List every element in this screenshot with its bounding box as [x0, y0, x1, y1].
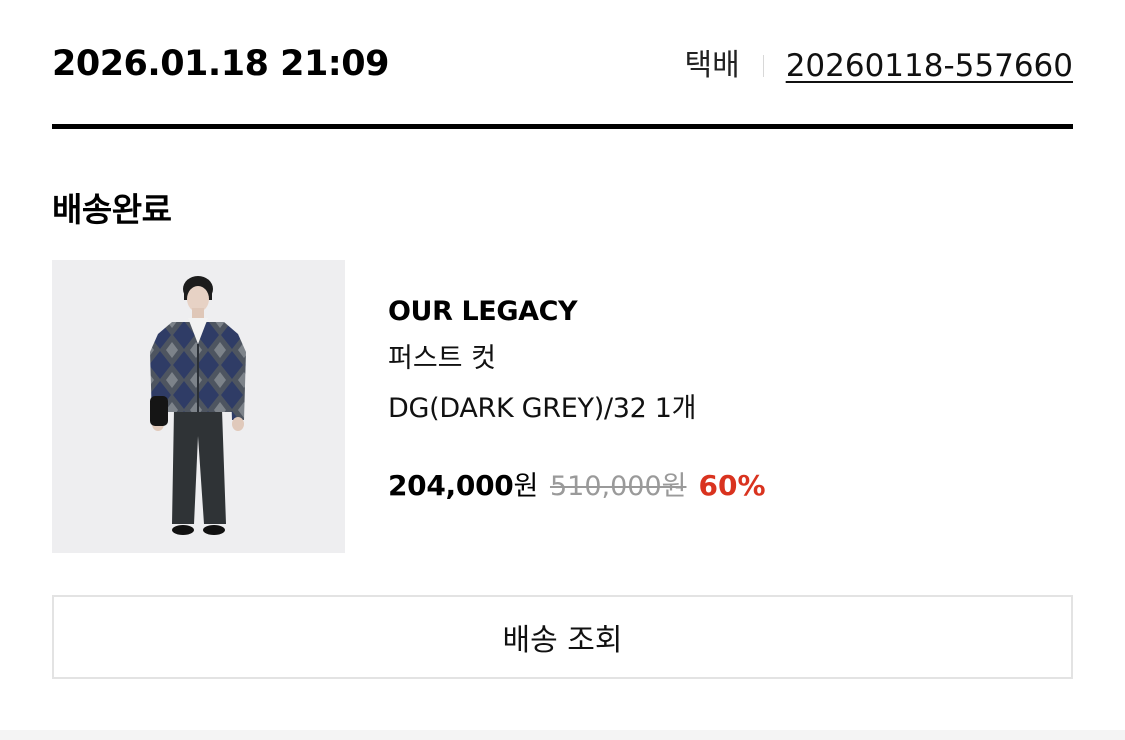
- original-price: 510,000원: [549, 471, 687, 502]
- sale-price-currency: 원: [513, 471, 538, 502]
- product-image[interactable]: [52, 260, 345, 553]
- shipping-method: 택배: [684, 48, 740, 83]
- header-divider: [52, 124, 1073, 129]
- section-separator: [0, 730, 1125, 740]
- meta-divider: [762, 55, 764, 77]
- sale-price-amount: 204,000: [388, 469, 514, 502]
- sale-price: 204,000원: [388, 466, 538, 507]
- order-meta: 택배 20260118-557660: [684, 44, 1073, 88]
- product-info: OUR LEGACY 퍼스트 컷 DG(DARK GREY)/32 1개 204…: [388, 292, 766, 507]
- discount-rate: 60%: [698, 469, 766, 502]
- brand-name[interactable]: OUR LEGACY: [388, 292, 766, 332]
- product-option: DG(DARK GREY)/32 1개: [388, 393, 697, 424]
- price-row: 204,000원 510,000원 60%: [388, 466, 766, 507]
- order-header: 2026.01.18 21:09 택배 20260118-557660: [52, 40, 1073, 90]
- delivery-status: 배송완료: [52, 190, 172, 229]
- product-photo: [52, 260, 345, 553]
- order-number-link[interactable]: 20260118-557660: [786, 46, 1073, 86]
- order-date: 2026.01.18 21:09: [52, 44, 390, 84]
- product-name[interactable]: 퍼스트 컷: [388, 339, 766, 379]
- track-delivery-button[interactable]: 배송 조회: [52, 595, 1073, 679]
